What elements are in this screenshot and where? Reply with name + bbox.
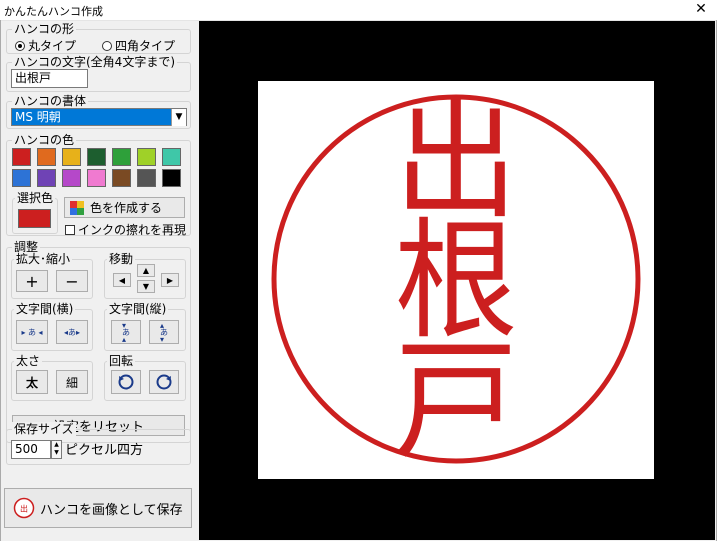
size-input[interactable]: 500 [11,440,51,459]
move-group: 移動 ◀ ▲ ▼ ▶ [104,252,186,299]
move-down-button[interactable]: ▼ [137,280,155,293]
radio-round-dot[interactable] [15,40,25,51]
close-button[interactable]: ✕ [685,0,717,20]
selected-color-swatch [18,209,51,228]
zoom-in-button[interactable]: + [16,270,48,292]
radio-round-label: 丸タイプ [28,39,77,53]
color-swatch[interactable] [112,169,131,187]
spin-up-icon[interactable]: ▲ [52,441,61,449]
spacing-v-narrow-button[interactable]: ▾ あ ▴ [111,320,141,344]
color-swatch[interactable] [62,148,81,166]
create-color-button[interactable]: 色を作成する [64,197,185,218]
seal-preview: 出根戸 [271,85,641,477]
create-color-label: 色を作成する [90,201,163,215]
selected-color-group: 選択色 [12,191,58,234]
save-image-button[interactable]: 出 ハンコを画像として保存 [4,488,192,528]
font-select[interactable]: MS 明朝 ▼ [11,108,187,126]
chevron-down-icon[interactable]: ▼ [171,109,186,126]
color-swatch[interactable] [87,169,106,187]
color-swatch[interactable] [62,169,81,187]
color-swatch[interactable] [162,148,181,166]
selected-color-label: 選択色 [15,191,56,205]
thin-button[interactable]: 細 [56,370,88,394]
color-swatch[interactable] [112,148,131,166]
rotate-ccw-button[interactable] [111,370,141,394]
text-input[interactable]: 出根戸 [11,69,88,88]
font-select-value: MS 明朝 [15,110,61,124]
char-spacing-v-label: 文字間(縦) [107,302,169,316]
color-swatch[interactable] [12,169,31,187]
zoom-group: 拡大･縮小 + − [11,252,93,299]
arrow-down-icon: ▼ [142,282,150,291]
color-label: ハンコの色 [12,133,77,147]
title-bar: かんたんハンコ作成 ✕ [0,0,717,21]
spacing-v-wide-icon: ▴ あ ▾ [160,320,168,344]
color-swatch[interactable] [137,148,156,166]
arrow-right-icon: ▶ [166,275,174,285]
char-spacing-h-label: 文字間(横) [14,302,76,316]
thick-button[interactable]: 太 [16,370,48,394]
seal-character: 戸 [394,325,517,477]
svg-text:出: 出 [20,504,28,514]
shape-label: ハンコの形 [12,22,77,36]
color-group: ハンコの色 選択色 色を作成する インクの擦れを再現 [6,133,191,238]
spacing-h-narrow-button[interactable]: ▸ あ ◂ [16,320,48,344]
radio-square[interactable]: 四角タイプ [102,37,175,54]
color-swatch[interactable] [87,148,106,166]
color-swatch[interactable] [137,169,156,187]
spacing-h-wide-button[interactable]: ◂あ▸ [56,320,88,344]
font-group: ハンコの書体 MS 明朝 ▼ [6,94,191,129]
color-swatch[interactable] [12,148,31,166]
seal-icon: 出 [13,497,35,519]
ink-checkbox[interactable]: インクの擦れを再現 [65,221,186,238]
save-size-group: 保存サイズ 500 ▲ ▼ ピクセル四方 [6,422,191,465]
rotate-group: 回転 [104,354,186,401]
arrow-left-icon: ◀ [118,275,126,285]
rotate-cw-button[interactable] [149,370,179,394]
arrow-up-icon: ▲ [142,266,150,275]
move-up-button[interactable]: ▲ [137,264,155,277]
rotate-cw-icon [156,374,172,390]
rotate-ccw-icon [118,374,134,390]
color-palette-icon [70,200,84,215]
spacing-v-wide-button[interactable]: ▴ あ ▾ [149,320,179,344]
spin-down-icon[interactable]: ▼ [52,449,61,457]
shape-group: ハンコの形 丸タイプ 四角タイプ [6,22,191,54]
font-label: ハンコの書体 [12,94,89,108]
move-label: 移動 [107,252,136,266]
size-unit-label: ピクセル四方 [65,443,144,458]
spacing-h-narrow-icon: ▸ あ ◂ [21,327,43,337]
spacing-v-narrow-icon: ▾ あ ▴ [122,320,130,344]
spacing-h-wide-icon: ◂あ▸ [63,327,81,337]
color-swatch[interactable] [37,148,56,166]
preview-paper: 出根戸 [258,81,654,479]
window-title: かんたんハンコ作成 [4,5,103,18]
char-spacing-v-group: 文字間(縦) ▾ あ ▴ ▴ あ ▾ [104,302,186,351]
text-group: ハンコの文字(全角4文字まで) 出根戸 [6,55,191,92]
adjust-group: 調整 拡大･縮小 + − 移動 ◀ ▲ ▼ ▶ 文字間(横) ▸ あ ◂ ◂あ▸… [6,240,191,443]
move-left-button[interactable]: ◀ [113,273,131,287]
control-panel: ハンコの形 丸タイプ 四角タイプ ハンコの文字(全角4文字まで) 出根戸 ハンコ… [1,21,198,540]
save-size-label: 保存サイズ [12,422,76,436]
save-image-label: ハンコを画像として保存 [40,502,183,518]
zoom-label: 拡大･縮小 [14,252,73,266]
radio-square-dot[interactable] [102,40,112,51]
ink-checkbox-label: インクの擦れを再現 [78,223,187,237]
preview-canvas: 出根戸 [199,21,715,540]
radio-round[interactable]: 丸タイプ [15,37,76,54]
radio-square-label: 四角タイプ [115,39,176,53]
ink-checkbox-box[interactable] [65,224,75,235]
char-spacing-h-group: 文字間(横) ▸ あ ◂ ◂あ▸ [11,302,93,351]
move-right-button[interactable]: ▶ [161,273,179,287]
color-swatch[interactable] [37,169,56,187]
rotate-label: 回転 [107,354,136,368]
color-swatch[interactable] [162,169,181,187]
thickness-group: 太さ 太 細 [11,354,93,401]
size-spinner[interactable]: ▲ ▼ [51,440,62,459]
zoom-out-button[interactable]: − [56,270,88,292]
thickness-label: 太さ [14,354,43,368]
text-label: ハンコの文字(全角4文字まで) [12,55,177,69]
